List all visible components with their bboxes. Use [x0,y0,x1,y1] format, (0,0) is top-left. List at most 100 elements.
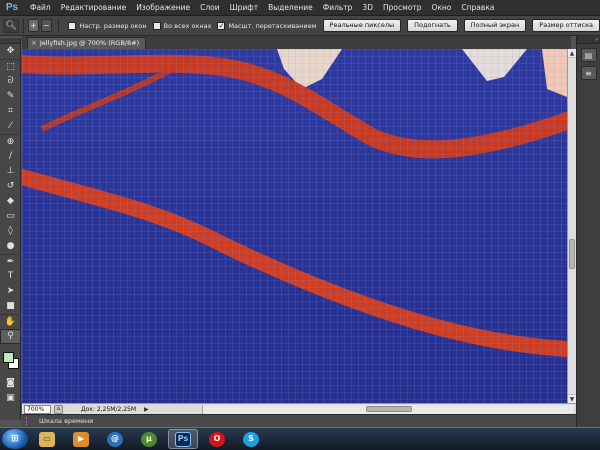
menu-file[interactable]: Файл [25,0,56,16]
type-icon: T [7,271,14,281]
utorrent-icon: µ [141,431,157,447]
stamp-tool[interactable]: ⊥ [0,164,21,179]
dodge-icon: ● [6,241,15,251]
share-icon[interactable]: ⌂ [54,404,63,414]
taskbar-utorrent[interactable]: µ [134,429,164,449]
foreground-color-swatch[interactable] [3,352,14,363]
checkbox-checked[interactable]: ✓ [217,21,226,30]
hand-tool[interactable]: ✋ [0,314,21,329]
move-icon: ✥ [6,46,15,56]
document-tab-title: Jellyfish.jpg @ 700% (RGB/8#) [39,39,140,47]
menu-image[interactable]: Изображение [131,0,195,16]
taskbar-network[interactable]: @ [100,429,130,449]
path-select-tool[interactable]: ➤ [0,284,21,299]
expand-panels-icon[interactable]: » [577,36,600,44]
skype-icon: S [243,431,259,447]
eyedropper-tool[interactable]: ⁄ [0,119,21,134]
crop-icon: ⌗ [7,106,14,116]
zoom-out-button[interactable]: − [40,19,52,32]
stamp-icon: ⊥ [6,166,15,176]
history-panel-button[interactable]: ▤ [580,48,597,62]
taskbar-opera[interactable]: O [202,429,232,449]
start-button[interactable]: ⊞ [2,429,28,449]
vertical-scrollbar[interactable]: ▲ ▼ [567,49,576,403]
shape-tool[interactable]: ■ [0,299,21,314]
actual-pixels-button[interactable]: Реальные пикселы [322,19,402,32]
horizontal-scrollbar[interactable] [202,405,574,414]
tools-panel: ✥ ⬚ ᘐ ✎ ⌗ ⁄ ⊕ ∕ ⊥ ↺ ◆ ▭ ◊ ● ✒ T ➤ ■ ✋ ⚲ … [0,38,21,420]
menu-edit[interactable]: Редактирование [56,0,131,16]
media-player-icon: ▶ [73,431,89,447]
checkbox-box[interactable] [152,21,161,30]
zoom-icon: ⚲ [7,331,14,341]
status-bar: 700% ⌂ Док: 2,25M/2,25M ▶ [22,403,576,414]
taskbar-skype[interactable]: S [236,429,266,449]
status-menu-arrow-icon[interactable]: ▶ [144,406,149,413]
horizontal-scroll-thumb[interactable] [366,406,412,412]
vertical-scroll-thumb[interactable] [569,239,575,269]
history-brush-tool[interactable]: ↺ [0,179,21,194]
brush-tool[interactable]: ∕ [0,149,21,164]
zoom-tool[interactable]: ⚲ [0,329,21,344]
gradient-icon: ▭ [6,211,15,221]
document-tab[interactable]: × Jellyfish.jpg @ 700% (RGB/8#) [27,37,147,49]
eraser-tool[interactable]: ◆ [0,194,21,209]
properties-panel-button[interactable]: ≡ [580,66,597,80]
blur-tool[interactable]: ◊ [0,224,21,239]
document-tab-bar: × Jellyfish.jpg @ 700% (RGB/8#) [22,36,571,49]
menu-view[interactable]: Просмотр [378,0,427,16]
dodge-tool[interactable]: ● [0,239,21,254]
menu-filter[interactable]: Фильтр [318,0,358,16]
screen-mode-button[interactable]: ▣ [0,391,21,406]
healing-tool[interactable]: ⊕ [0,134,21,149]
healing-icon: ⊕ [6,136,15,147]
scroll-down-icon[interactable]: ▼ [568,394,576,403]
marquee-icon: ⬚ [6,61,15,72]
options-bar: 🔍︎ + − Настр. размер окон Во всех окнах … [0,16,600,36]
zoom-level-input[interactable]: 700% [24,404,51,414]
menu-help[interactable]: Справка [456,0,499,16]
close-icon[interactable]: × [31,38,37,49]
menu-window[interactable]: Окно [426,0,456,16]
menu-3d[interactable]: 3D [357,0,378,16]
timeline-label: Шкала времени [39,417,94,425]
brush-icon: ∕ [8,151,13,161]
screen-mode-icon: ▣ [6,393,15,403]
menu-select[interactable]: Выделение [263,0,318,16]
panel-grip[interactable] [26,417,29,425]
divider [23,18,25,33]
zoom-all-windows-checkbox[interactable]: Во всех окнах [152,21,211,30]
taskbar-explorer[interactable]: ▭ [32,429,62,449]
scrubby-zoom-checkbox[interactable]: ✓ Масшт. перетаскиванием [217,21,317,30]
taskbar-media-player[interactable]: ▶ [66,429,96,449]
quick-select-tool[interactable]: ✎ [0,89,21,104]
menu-layers[interactable]: Слои [195,0,225,16]
marquee-tool[interactable]: ⬚ [0,59,21,74]
timeline-panel-bar[interactable]: Шкала времени [22,414,576,427]
move-tool[interactable]: ✥ [0,44,21,59]
type-tool[interactable]: T [0,269,21,284]
fill-screen-button[interactable]: Полный экран [463,19,527,32]
checkbox-label: Масшт. перетаскиванием [228,21,317,30]
document-canvas[interactable] [22,49,567,403]
menu-type[interactable]: Шрифт [225,0,263,16]
resize-windows-checkbox[interactable]: Настр. размер окон [68,21,147,30]
fit-screen-button[interactable]: Подогнать [407,19,458,32]
eraser-icon: ◆ [7,196,14,206]
zoom-in-button[interactable]: + [28,19,39,32]
shape-icon: ■ [6,301,15,311]
taskbar-photoshop[interactable]: Ps [168,429,198,449]
scroll-up-icon[interactable]: ▲ [568,49,576,58]
quick-mask-button[interactable]: ◙ [0,376,21,391]
print-size-button[interactable]: Размер оттиска [532,19,600,32]
checkbox-box[interactable] [68,21,77,30]
menu-bar: Ps Файл Редактирование Изображение Слои … [0,0,600,16]
lasso-tool[interactable]: ᘐ [0,74,21,89]
crop-tool[interactable]: ⌗ [0,104,21,119]
document-info[interactable]: Док: 2,25M/2,25M [81,406,136,413]
gradient-tool[interactable]: ▭ [0,209,21,224]
blur-icon: ◊ [8,226,13,236]
checkbox-label: Настр. размер окон [79,21,147,30]
tool-preset-picker[interactable]: 🔍︎ [3,18,20,33]
pen-tool[interactable]: ✒ [0,254,21,269]
